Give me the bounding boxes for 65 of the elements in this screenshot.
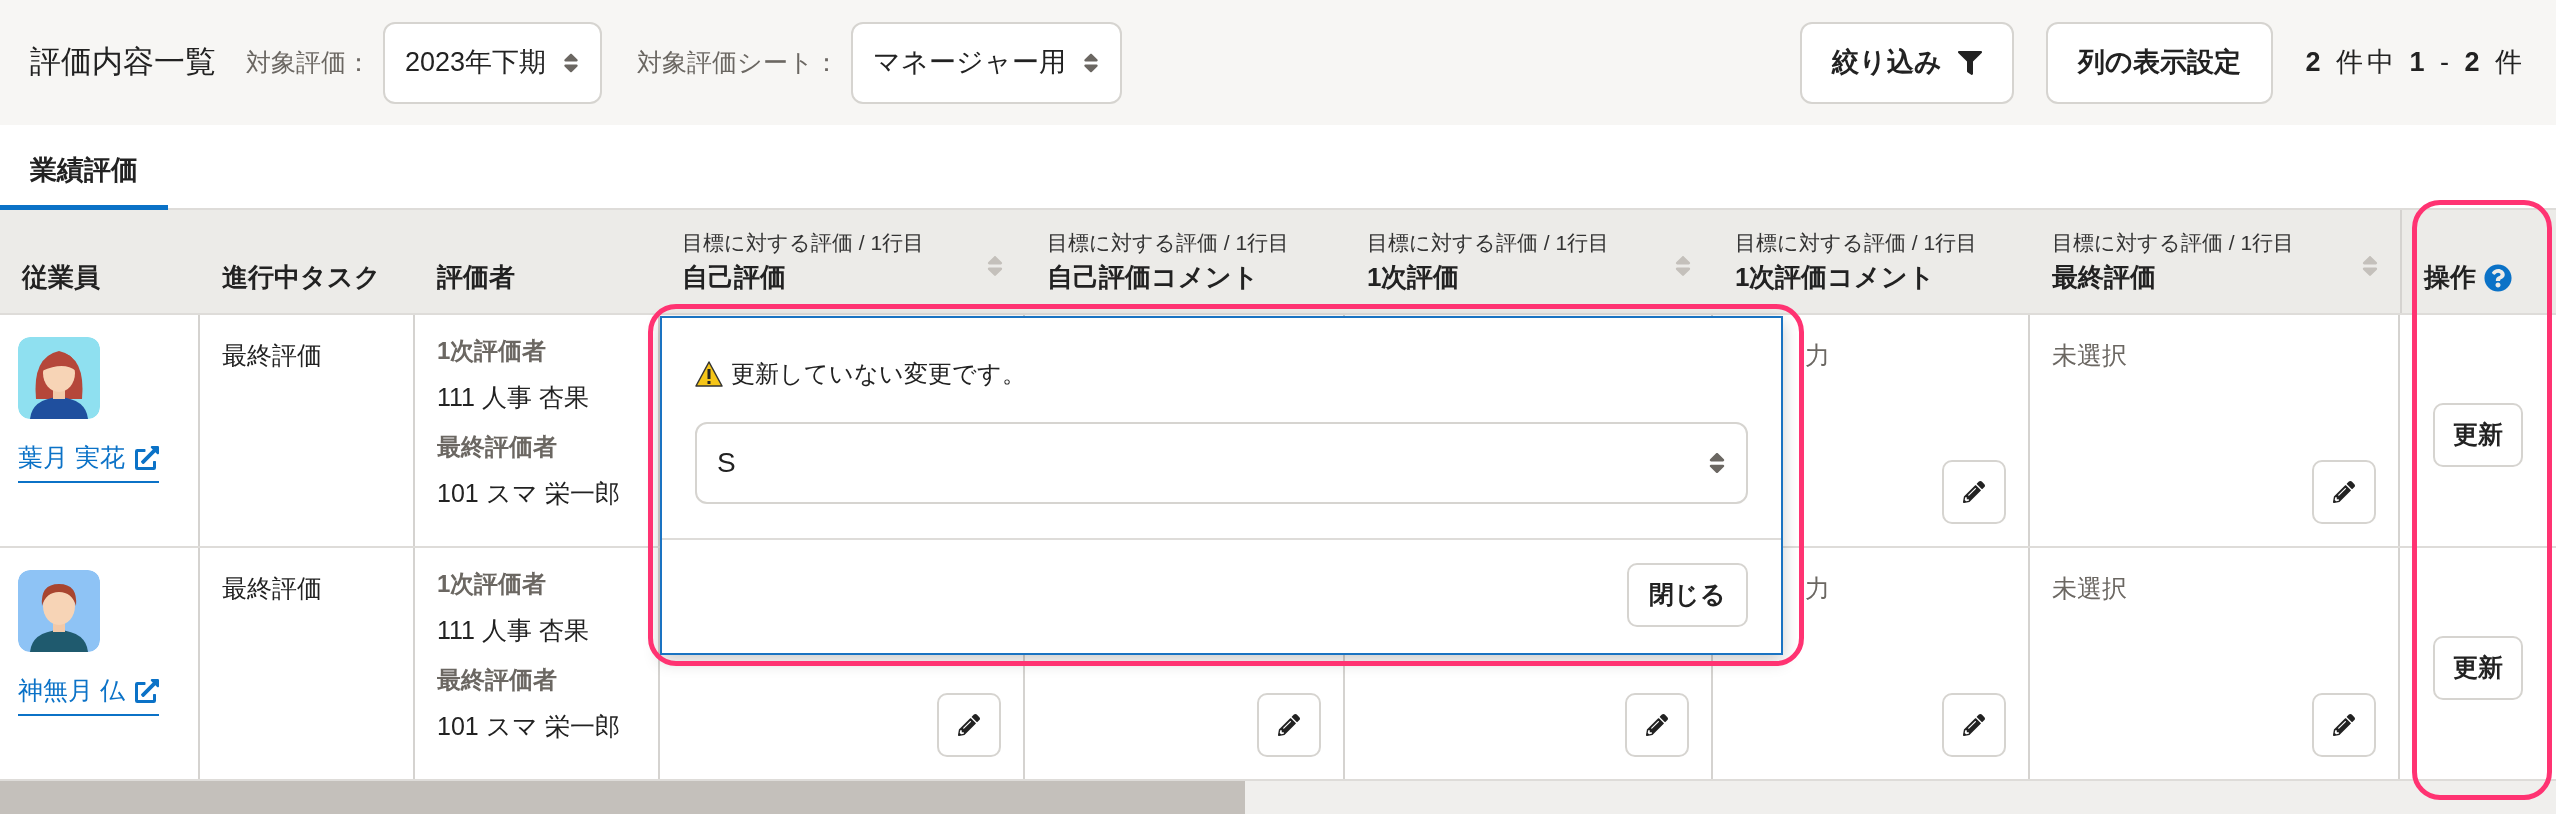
result-count: 2 件中 1 - 2 件 xyxy=(2305,46,2526,80)
filter-icon xyxy=(1958,50,1983,75)
edit-button[interactable] xyxy=(1257,693,1321,757)
evaluator-name: 101 スマ 栄一郎 xyxy=(437,710,621,742)
pencil-icon xyxy=(1963,481,1985,503)
edit-button[interactable] xyxy=(1942,693,2006,757)
evaluator-name: 111 人事 杏果 xyxy=(437,382,590,413)
edit-button[interactable] xyxy=(1942,460,2006,524)
column-header: 自己評価コメント xyxy=(1047,261,1259,294)
warning-icon xyxy=(695,361,723,387)
evaluator-role: 最終評価者 xyxy=(437,664,558,695)
evaluator-role: 最終評価者 xyxy=(437,431,558,462)
evaluator-role: 1次評価者 xyxy=(437,336,548,366)
column-header: 1次評価コメント xyxy=(1735,261,1936,294)
external-link-icon xyxy=(134,445,159,470)
filter-select[interactable]: マネージャー用 xyxy=(851,21,1123,104)
column-header: 1次評価 xyxy=(1367,261,1460,294)
column-header: 最終評価 xyxy=(2052,261,2156,294)
pencil-icon xyxy=(1963,714,1985,736)
task-text: 最終評価 xyxy=(222,341,322,369)
pencil-icon xyxy=(2333,714,2355,736)
evaluator-name: 111 人事 杏果 xyxy=(437,615,590,646)
grade-select[interactable]: S xyxy=(695,422,1748,504)
pencil-icon xyxy=(1646,714,1668,736)
pencil-icon xyxy=(1278,714,1300,736)
external-link-icon xyxy=(134,678,159,703)
edit-button[interactable] xyxy=(1625,693,1689,757)
help-icon[interactable] xyxy=(2484,263,2512,292)
column-settings-button[interactable]: 列の表示設定 xyxy=(2046,21,2274,104)
filter-label: 対象評価： xyxy=(246,46,371,78)
grade-value: 力 xyxy=(1805,574,1830,602)
column-header: 進行中タスク xyxy=(222,261,381,294)
column-header: 操作 xyxy=(2424,261,2476,294)
column-sublabel: 目標に対する評価 / 1行目 xyxy=(682,229,925,256)
column-header: 自己評価 xyxy=(682,261,786,294)
pencil-icon xyxy=(2333,481,2355,503)
task-text: 最終評価 xyxy=(222,574,322,602)
employee-link[interactable]: 神無月 仏 xyxy=(18,672,159,716)
grade-value: 未選択 xyxy=(2052,574,2127,602)
page-title: 評価内容一覧 xyxy=(30,43,216,82)
scrollbar-thumb[interactable] xyxy=(0,781,1245,814)
sort-icon xyxy=(1708,450,1726,476)
column-header: 従業員 xyxy=(22,261,100,294)
filter-select[interactable]: 2023年下期 xyxy=(383,21,603,104)
filter-label: 対象評価シート： xyxy=(637,46,840,78)
warning-message: 更新していない変更です。 xyxy=(731,359,1026,389)
edit-button[interactable] xyxy=(2312,693,2376,757)
column-sublabel: 目標に対する評価 / 1行目 xyxy=(2052,229,2295,256)
filter-button[interactable]: 絞り込み xyxy=(1800,21,2015,104)
close-button[interactable]: 閉じる xyxy=(1627,563,1748,627)
evaluator-name: 101 スマ 栄一郎 xyxy=(437,477,621,509)
column-sublabel: 目標に対する評価 / 1行目 xyxy=(1735,229,1978,256)
scrollbar[interactable] xyxy=(0,781,2556,814)
update-button[interactable]: 更新 xyxy=(2433,636,2523,700)
column-sublabel: 目標に対する評価 / 1行目 xyxy=(1047,229,1290,256)
column-header: 評価者 xyxy=(437,261,515,294)
evaluator-role: 1次評価者 xyxy=(437,569,548,599)
edit-button[interactable] xyxy=(937,693,1001,757)
pencil-icon xyxy=(958,714,980,736)
column-sublabel: 目標に対する評価 / 1行目 xyxy=(1367,229,1610,256)
employee-link[interactable]: 葉月 実花 xyxy=(18,439,159,483)
grade-value: 未選択 xyxy=(2052,341,2127,369)
update-button[interactable]: 更新 xyxy=(2433,403,2523,467)
grade-value: 力 xyxy=(1805,341,1830,369)
edit-button[interactable] xyxy=(2312,460,2376,524)
